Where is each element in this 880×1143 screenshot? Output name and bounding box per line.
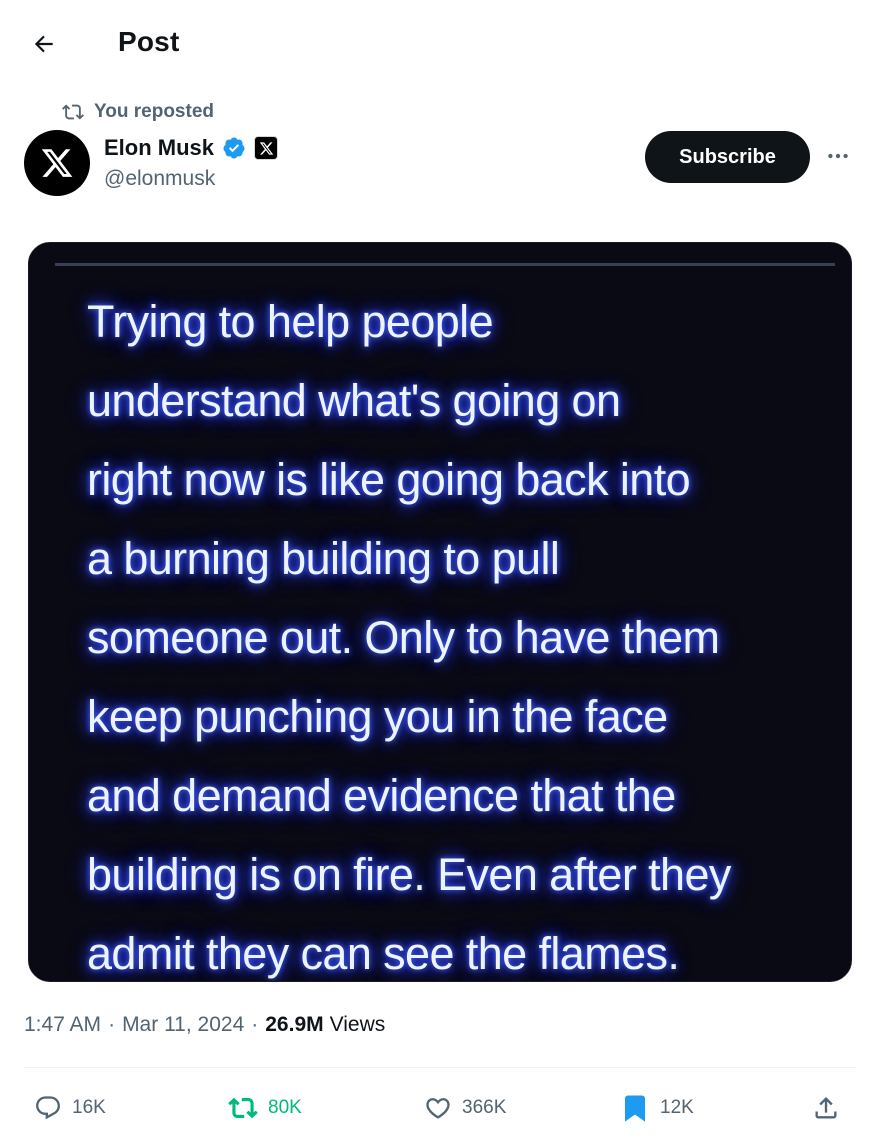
- post-time[interactable]: 1:47 AM: [24, 1013, 101, 1037]
- x-logo-icon: [259, 141, 273, 155]
- heart-icon: [426, 1098, 450, 1119]
- arrow-left-icon: [34, 35, 53, 53]
- share-icon: [815, 1097, 837, 1119]
- post-image-text: Trying to help people understand what's …: [87, 296, 731, 979]
- bookmark-count: 12K: [660, 1097, 694, 1118]
- author-handle[interactable]: @elonmusk: [104, 167, 215, 191]
- reply-count: 16K: [72, 1097, 106, 1118]
- bookmark-button[interactable]: 12K: [620, 1088, 694, 1128]
- share-button[interactable]: [812, 1088, 840, 1128]
- views-count[interactable]: 26.9M: [265, 1013, 323, 1037]
- top-bar: Post: [0, 0, 880, 86]
- affiliate-badge[interactable]: [254, 136, 279, 160]
- x-logo-icon: [41, 149, 73, 177]
- like-count: 366K: [462, 1097, 507, 1118]
- back-button[interactable]: [22, 22, 66, 66]
- repost-indicator: You reposted: [62, 99, 214, 125]
- divider: [24, 1067, 856, 1068]
- image-divider: [55, 263, 835, 266]
- post-date[interactable]: Mar 11, 2024: [122, 1013, 244, 1037]
- meta-separator: ·: [251, 1013, 259, 1036]
- reply-button[interactable]: 16K: [34, 1088, 106, 1128]
- views-label: Views: [329, 1013, 386, 1036]
- bookmark-icon: [625, 1095, 645, 1122]
- repost-icon: [228, 1097, 258, 1119]
- post-image[interactable]: Trying to help people understand what's …: [28, 242, 852, 982]
- repost-button[interactable]: 80K: [228, 1088, 302, 1128]
- reply-icon: [36, 1096, 60, 1120]
- author-name-row: Elon Musk: [104, 134, 279, 162]
- verified-badge-icon: [223, 137, 245, 159]
- more-dots-icon: [828, 153, 848, 159]
- like-button[interactable]: 366K: [424, 1088, 506, 1128]
- repost-icon: [62, 104, 84, 120]
- meta-separator: ·: [108, 1013, 116, 1036]
- author-display-name[interactable]: Elon Musk: [104, 135, 214, 161]
- subscribe-button[interactable]: Subscribe: [645, 131, 810, 183]
- repost-count: 80K: [268, 1097, 302, 1118]
- avatar[interactable]: [24, 130, 90, 196]
- action-bar: 16K 80K 366K 12K: [0, 1088, 880, 1128]
- repost-text: You reposted: [94, 101, 214, 122]
- page-title: Post: [118, 26, 180, 57]
- more-options-button[interactable]: [820, 138, 856, 174]
- post-meta: 1:47 AM · Mar 11, 2024 · 26.9M Views: [24, 1010, 385, 1040]
